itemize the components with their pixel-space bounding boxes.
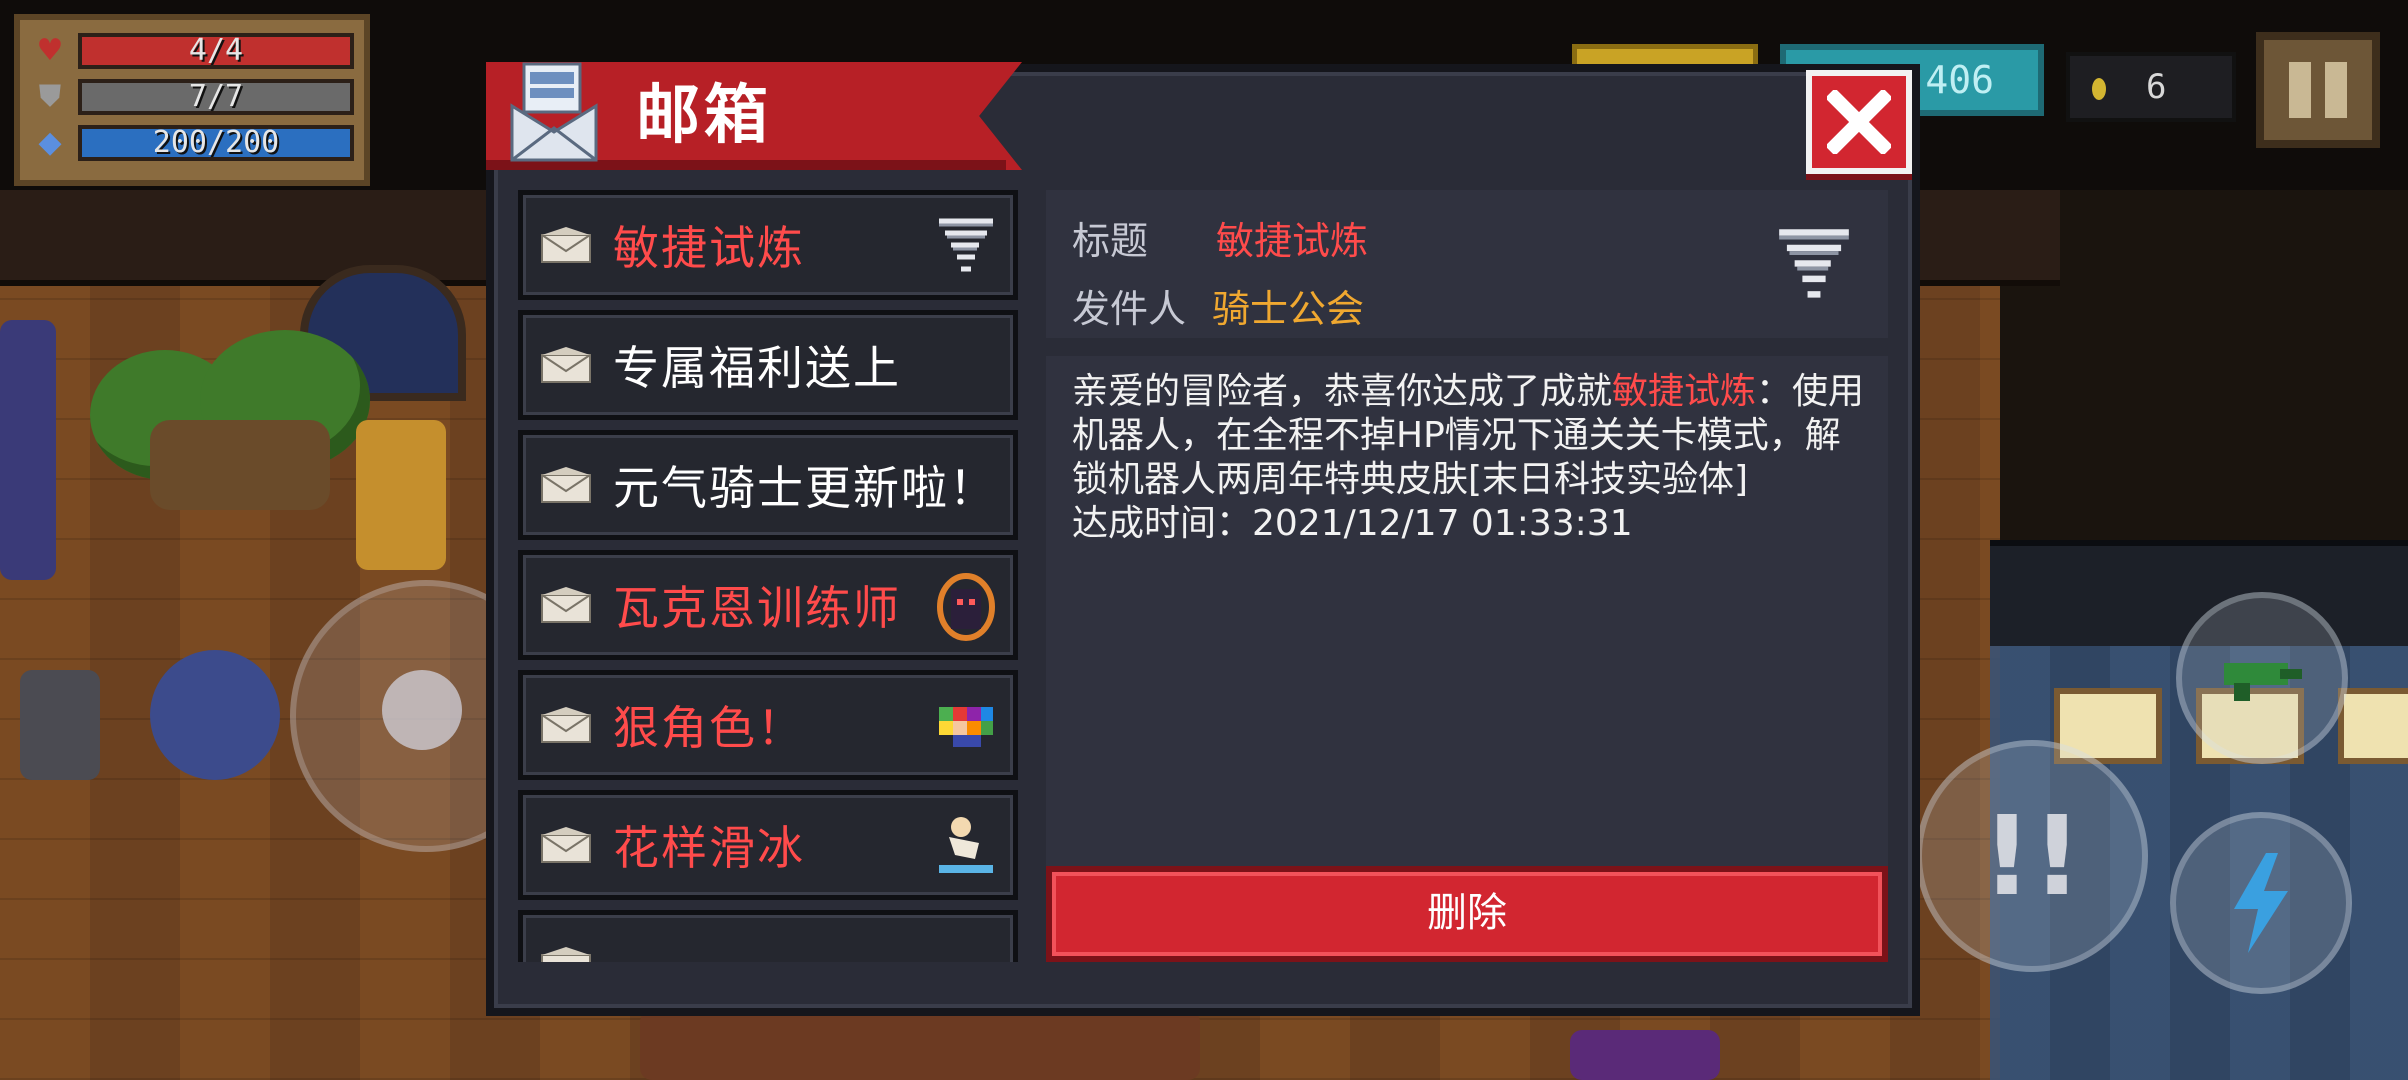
armor-value: 7/7 [188,79,244,114]
coin-value: 6 [2146,67,2167,107]
machine-prop [20,670,100,780]
mail-item-0[interactable]: 敏捷试炼 [518,190,1018,300]
mail-label: 花样滑冰 [613,821,805,875]
mail-list[interactable]: 敏捷试炼 专属福利送上 元气骑士更新啦！ 瓦克恩训练师 狠角色！ 花样滑冰 [514,190,1022,962]
pixel-character-icon [939,707,993,747]
plant-pot [150,420,330,510]
mail-label: 瓦克恩训练师 [613,581,901,635]
health-bar: 4/4 [78,33,354,69]
armor-bar: 7/7 [78,79,354,115]
coin-icon [2092,77,2106,100]
envelope-icon [541,827,591,863]
purple-hat-npc [1570,1030,1720,1080]
envelope-icon [541,347,591,383]
arcade-cabinet [0,320,56,580]
envelope-icon [541,227,591,263]
lightning-icon [2234,853,2288,953]
energy-bar: 200/200 [78,125,354,161]
tornado-icon [939,218,993,272]
coin-counter: 6 [2066,52,2236,122]
health-row: ♥ 4/4 [30,28,354,74]
mail-label: 敏捷试炼 [613,221,805,275]
joystick-knob[interactable] [382,670,462,750]
player-stats-panel: ♥ 4/4 ⛊ 7/7 ◆ 200/200 [14,14,370,186]
mail-item-4[interactable]: 狠角色！ [518,670,1018,780]
energy-row: ◆ 200/200 [30,120,354,166]
mail-body-text: 亲爱的冒险者，恭喜你达成了成就敏捷试炼：使用机器人，在全程不掉HP情况下通关关卡… [1072,371,1865,544]
shield-icon: ⛊ [38,79,62,114]
trainer-portrait-icon [937,573,995,641]
mail-label: 专属福利送上 [613,341,901,395]
gun-icon [2224,663,2302,701]
sender-label: 发件人 [1072,287,1187,331]
weapon-switch-button[interactable] [2176,592,2348,764]
close-button[interactable] [1806,70,1912,174]
energy-diamond-icon: ◆ [38,125,62,160]
mail-body: 亲爱的冒险者，恭喜你达成了成就敏捷试炼：使用机器人，在全程不掉HP情况下通关关卡… [1046,356,1888,866]
sender-value: 骑士公会 [1212,287,1365,331]
robot-npc [356,420,446,570]
mail-header: 标题 敏捷试炼 发件人 骑士公会 [1046,190,1888,338]
mail-item-partial[interactable] [518,910,1018,962]
achieved-time: 达成时间：2021/12/17 01:33:31 [1072,503,1633,544]
envelope-icon [541,707,591,743]
subject-value: 敏捷试炼 [1216,219,1369,263]
energy-value: 200/200 [152,125,280,160]
delete-button[interactable]: 删除 [1046,866,1888,962]
mail-label: 元气骑士更新啦！ [613,461,997,515]
mail-label: 狠角色！ [613,701,805,755]
envelope-icon [541,467,591,503]
skater-icon [939,817,993,873]
mail-item-5[interactable]: 花样滑冰 [518,790,1018,900]
mail-item-2[interactable]: 元气骑士更新啦！ [518,430,1018,540]
pause-icon [2289,62,2311,118]
tornado-icon [1779,229,1849,298]
subject-label: 标题 [1072,219,1149,263]
armor-row: ⛊ 7/7 [30,74,354,120]
mail-item-1[interactable]: 专属福利送上 [518,310,1018,420]
wizard-npc [150,650,280,780]
counter-table [640,1010,1200,1080]
health-value: 4/4 [188,33,244,68]
envelope-icon [541,587,591,623]
envelope-icon [541,947,591,962]
heart-icon: ♥ [36,33,64,68]
mail-item-3[interactable]: 瓦克恩训练师 [518,550,1018,660]
close-icon [1827,90,1891,154]
mail-envelope-icon [510,62,598,162]
attack-button[interactable]: !! [1916,740,2148,972]
mailbox-title: 邮箱 [636,79,772,153]
pause-button[interactable] [2256,32,2380,148]
skill-button[interactable] [2170,812,2352,994]
achievement-name: 敏捷试炼 [1612,371,1757,412]
